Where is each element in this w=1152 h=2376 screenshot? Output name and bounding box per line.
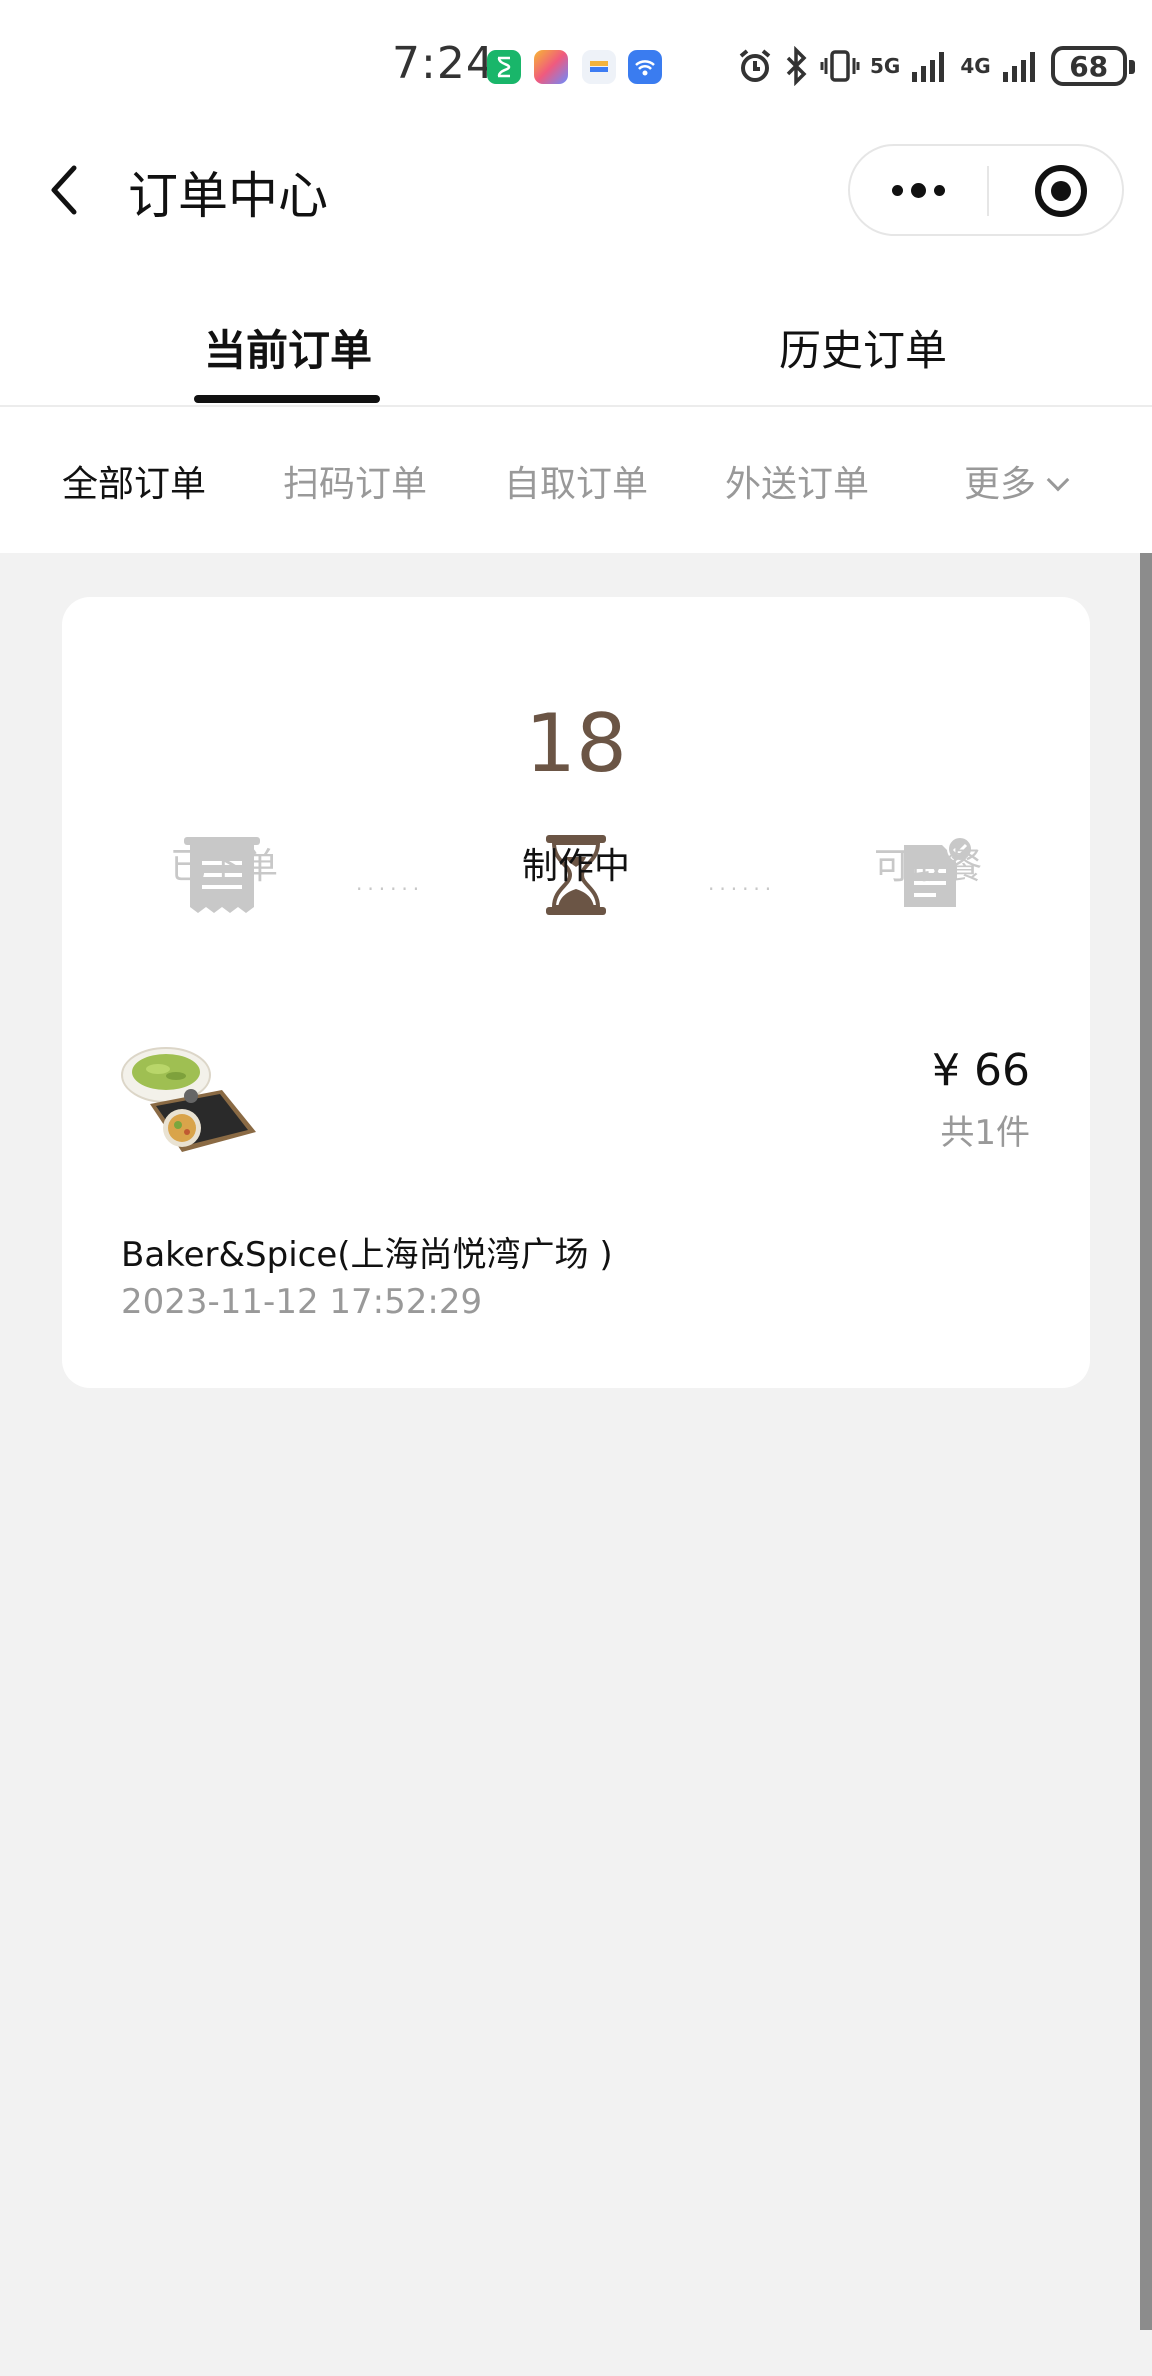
capsule-divider — [987, 166, 989, 216]
mini-program-capsule — [848, 144, 1124, 236]
pickup-number: 18 — [525, 697, 627, 790]
more-dot-icon — [891, 184, 903, 196]
close-mini-program-button[interactable] — [1035, 165, 1087, 217]
store-name: Baker&Spice(上海尚悦湾广场 ) — [121, 1235, 613, 1275]
card-app-icon — [582, 50, 616, 84]
more-menu-button[interactable] — [850, 146, 986, 234]
more-dot-icon — [910, 182, 926, 198]
order-tabs: 当前订单 历史订单 — [0, 255, 1152, 407]
order-card[interactable]: 18 已下单 ...... 制作中 ...... 可取餐 ¥ 66 共1件 Ba… — [62, 597, 1090, 1388]
wifi-app-icon — [628, 50, 662, 84]
step-connector: ...... — [356, 871, 425, 895]
status-icons: 5G 4G 68 — [736, 44, 1135, 88]
signal-4g-icon — [1002, 52, 1035, 82]
filter-scan-orders[interactable]: 扫码订单 — [283, 455, 427, 507]
order-time: 2023-11-12 17:52:29 — [121, 1282, 483, 1322]
step-connector: ...... — [708, 871, 777, 895]
bluetooth-icon — [786, 46, 807, 86]
more-dot-icon — [933, 184, 945, 196]
status-time: 7:24 — [392, 38, 495, 89]
filter-delivery-orders[interactable]: 外送订单 — [725, 455, 869, 507]
page-title: 订单中心 — [128, 167, 328, 225]
order-price: ¥ 66 — [932, 1045, 1030, 1096]
battery-level: 68 — [1069, 49, 1109, 83]
colorful-app-icon — [534, 50, 568, 84]
tab-history-orders[interactable]: 历史订单 — [713, 317, 1013, 378]
hourglass-app-icon — [487, 50, 521, 84]
network-4g-label: 4G — [960, 54, 991, 78]
network-5g-label: 5G — [870, 54, 901, 78]
step-ready-for-pickup: 可取餐 — [873, 846, 982, 887]
step-ordered: 已下单 — [169, 846, 278, 887]
filter-all-orders[interactable]: 全部订单 — [62, 455, 206, 507]
tab-current-orders[interactable]: 当前订单 — [138, 317, 438, 378]
alarm-icon — [739, 49, 771, 82]
back-button[interactable] — [44, 160, 84, 220]
chevron-left-icon — [51, 165, 77, 215]
filter-more-dropdown[interactable]: 更多 — [964, 455, 1070, 507]
order-quantity: 共1件 — [940, 1113, 1030, 1153]
order-filters: 全部订单 扫码订单 自取订单 外送订单 更多 — [0, 407, 1152, 553]
filter-more-label: 更多 — [964, 464, 1037, 505]
title-bar: 订单中心 — [0, 130, 1152, 255]
step-preparing: 制作中 — [521, 846, 630, 887]
vibrate-icon — [820, 50, 860, 82]
food-thumbnail — [121, 1047, 256, 1152]
filter-pickup-orders[interactable]: 自取订单 — [504, 455, 648, 507]
status-bar: 7:24 5G 4G 68 — [0, 0, 1152, 130]
battery-icon: 68 — [1050, 46, 1135, 86]
tab-active-indicator — [194, 395, 380, 403]
signal-5g-icon — [912, 52, 945, 82]
chevron-down-icon — [1046, 468, 1070, 492]
scrollbar[interactable] — [1140, 553, 1152, 2330]
